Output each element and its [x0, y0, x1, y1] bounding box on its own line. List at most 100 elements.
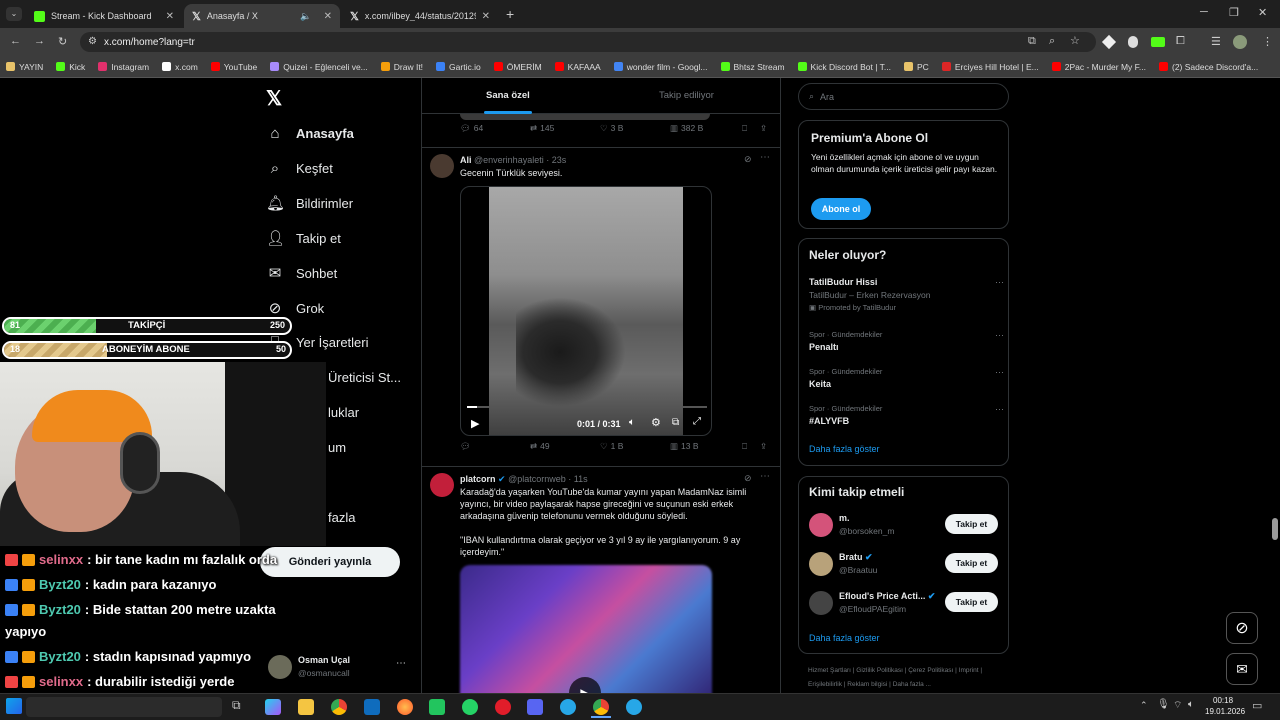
notifications-icon[interactable]: ▭ — [1252, 699, 1262, 712]
video-progress[interactable] — [467, 406, 707, 408]
new-tab-button[interactable]: + — [506, 6, 514, 22]
app-icon[interactable] — [429, 699, 445, 715]
bookmark-icon[interactable]: ⎕ — [742, 441, 747, 452]
tab-search-button[interactable]: ⌄ — [6, 7, 22, 21]
fullscreen-icon[interactable]: ⤢ — [693, 416, 701, 427]
bookmark-item[interactable]: x.com — [162, 62, 198, 72]
follow-suggestion[interactable]: Bratu ✔ @Braatuu Takip et — [809, 550, 1005, 580]
footer-link[interactable]: Imprint — [959, 667, 979, 674]
forward-icon[interactable]: → — [34, 35, 45, 47]
extension-icon[interactable] — [1151, 37, 1165, 47]
telegram-icon[interactable] — [560, 699, 576, 715]
subscribe-button[interactable]: Abone ol — [811, 198, 871, 220]
video-player[interactable]: ▶ 0:01 / 0:31 🔈︎ ⚙ ⧉ ⤢ — [460, 186, 712, 436]
post-card[interactable]: Ali @enverinhayaleti · 23s ⊘ ⋯ Gecenin T… — [422, 148, 780, 466]
repost-button[interactable]: ⇄ 145 — [530, 123, 554, 134]
trend-item[interactable]: TatilBudur Hissi TatilBudur – Erken Reze… — [809, 277, 1005, 317]
extension-icon[interactable] — [1128, 36, 1138, 48]
address-bar[interactable]: x.com/home?lang=tr — [80, 32, 1096, 52]
nav-item-creator-studio[interactable]: Üreticisi St... — [328, 370, 401, 385]
search-input[interactable]: ⌕ Ara — [798, 83, 1009, 110]
nav-item-explore[interactable]: ⌕ Keşfet — [266, 157, 333, 179]
trend-item[interactable]: Spor · Gündemdekiler Keita ⋯ — [809, 367, 1005, 393]
follow-suggestion[interactable]: Efloud's Price Acti... ✔ @EfloudPAEgitim… — [809, 589, 1005, 619]
views-button[interactable]: ▥ 13 B — [670, 441, 699, 452]
grok-icon[interactable]: ⊘ — [744, 154, 752, 165]
footer-link[interactable]: Reklam bilgisi — [847, 681, 887, 688]
bookmark-item[interactable]: YouTube — [210, 62, 257, 72]
follow-button[interactable]: Takip et — [945, 553, 998, 573]
blurred-media[interactable] — [460, 565, 712, 693]
file-explorer-icon[interactable] — [298, 699, 314, 715]
clock-time[interactable]: 00:18 — [1213, 696, 1233, 705]
pip-icon[interactable]: ⧉ — [672, 417, 679, 428]
bookmark-item[interactable]: Bhtsz Stream — [720, 62, 785, 72]
footer-link[interactable]: Erişilebilirlik — [808, 681, 842, 688]
settings-icon[interactable]: ⚙ — [651, 416, 661, 429]
tab-following[interactable]: Takip ediliyor — [659, 90, 714, 101]
reply-button[interactable]: 💬︎ 64 — [460, 123, 483, 134]
messages-float-button[interactable]: ✉ — [1226, 653, 1258, 685]
like-button[interactable]: ♡ 1 B — [600, 441, 623, 452]
scrollbar-thumb[interactable] — [1272, 518, 1278, 540]
task-view-icon[interactable]: ⧉ — [232, 698, 241, 713]
start-button[interactable] — [6, 698, 22, 714]
bookmark-item[interactable]: Kick — [56, 62, 85, 72]
back-icon[interactable]: ← — [10, 35, 21, 47]
menu-icon[interactable]: ⋮ — [1262, 35, 1273, 48]
show-more-link[interactable]: Daha fazla göster — [809, 633, 880, 643]
footer-link[interactable]: Daha fazla ... — [893, 681, 931, 688]
chrome-active-icon[interactable] — [593, 699, 609, 715]
post-card[interactable]: platcorn ✔ @platcornweb · 11s ⊘ ⋯ Karada… — [422, 467, 780, 693]
more-options-icon[interactable]: ⋯ — [995, 330, 1004, 341]
trend-item[interactable]: Spor · Gündemdekiler #ALYVFB ⋯ — [809, 404, 1005, 430]
share-icon[interactable]: ⇪ — [760, 441, 767, 452]
extensions-puzzle-icon[interactable]: ⧠ — [1176, 35, 1185, 48]
bookmark-item[interactable]: 2Pac - Murder My F... — [1051, 62, 1146, 72]
star-bookmark-icon[interactable]: ☆ — [1070, 34, 1080, 47]
tab-for-you[interactable]: Sana özel — [486, 90, 530, 101]
install-app-icon[interactable]: ⧉ — [1028, 35, 1036, 48]
views-button[interactable]: ▥ 382 B — [670, 123, 703, 134]
bookmark-item[interactable]: Draw It! — [380, 62, 423, 72]
show-more-link[interactable]: Daha fazla göster — [809, 444, 880, 454]
bookmark-item[interactable]: Instagram — [98, 62, 149, 72]
bookmark-item[interactable]: wonder film - Googl... — [613, 62, 708, 72]
share-icon[interactable]: ⇪ — [760, 123, 767, 134]
bookmark-item[interactable]: Quizei - Eğlenceli ve... — [270, 62, 368, 72]
more-options-icon[interactable]: ⋯ — [396, 658, 406, 669]
browser-tab-x-home[interactable]: 𝕏 Anasayfa / X 🔈 ✕ — [184, 4, 340, 28]
play-icon[interactable]: ▶ — [471, 417, 479, 430]
volume-icon[interactable]: 🔈︎ — [629, 417, 635, 428]
grok-icon[interactable]: ⊘ — [744, 473, 752, 484]
bookmark-item[interactable]: (2) Sadece Discord'a... — [1159, 62, 1258, 72]
bookmark-item[interactable]: YAYIN — [6, 62, 43, 72]
nav-item-chat[interactable]: ✉ Sohbet — [266, 262, 338, 284]
taskbar-search[interactable] — [26, 697, 222, 717]
browser-tab-x-status[interactable]: 𝕏 x.com/ilbey_44/status/2012919 ✕ — [342, 4, 498, 28]
opera-icon[interactable] — [495, 699, 511, 715]
like-button[interactable]: ♡ 3 B — [600, 123, 623, 134]
outlook-icon[interactable] — [364, 699, 380, 715]
account-switcher[interactable]: Osman Uçal @osmanucall ⋯ — [266, 652, 412, 684]
profile-avatar[interactable] — [1233, 35, 1247, 49]
nav-item-grok[interactable]: ⊘ Grok — [266, 297, 324, 319]
more-options-icon[interactable]: ⋯ — [995, 367, 1004, 378]
copilot-icon[interactable] — [265, 699, 281, 715]
tray-chevron-icon[interactable]: ⌃ — [1140, 700, 1148, 711]
follow-button[interactable]: Takip et — [945, 592, 998, 612]
bookmark-item[interactable]: KAFAAA — [554, 62, 601, 72]
nav-item-lists[interactable]: luklar — [328, 405, 359, 420]
more-options-icon[interactable]: ⋯ — [760, 152, 770, 163]
reading-list-icon[interactable]: ☰ — [1211, 35, 1221, 48]
trend-item[interactable]: Spor · Gündemdekiler Penaltı ⋯ — [809, 330, 1005, 356]
volume-icon[interactable]: 🔈︎ — [1188, 699, 1194, 710]
tab-audio-icon[interactable]: 🔈 — [300, 11, 311, 22]
close-tab-icon[interactable]: ✕ — [166, 11, 174, 22]
chrome-icon[interactable] — [331, 699, 347, 715]
nav-item-more[interactable]: fazla — [328, 510, 355, 525]
more-options-icon[interactable]: ⋯ — [995, 277, 1004, 288]
bookmark-item[interactable]: Erciyes Hill Hotel | E... — [941, 62, 1039, 72]
wifi-icon[interactable]: ⌔ — [1173, 699, 1182, 712]
close-window-icon[interactable]: ✕ — [1258, 6, 1267, 19]
